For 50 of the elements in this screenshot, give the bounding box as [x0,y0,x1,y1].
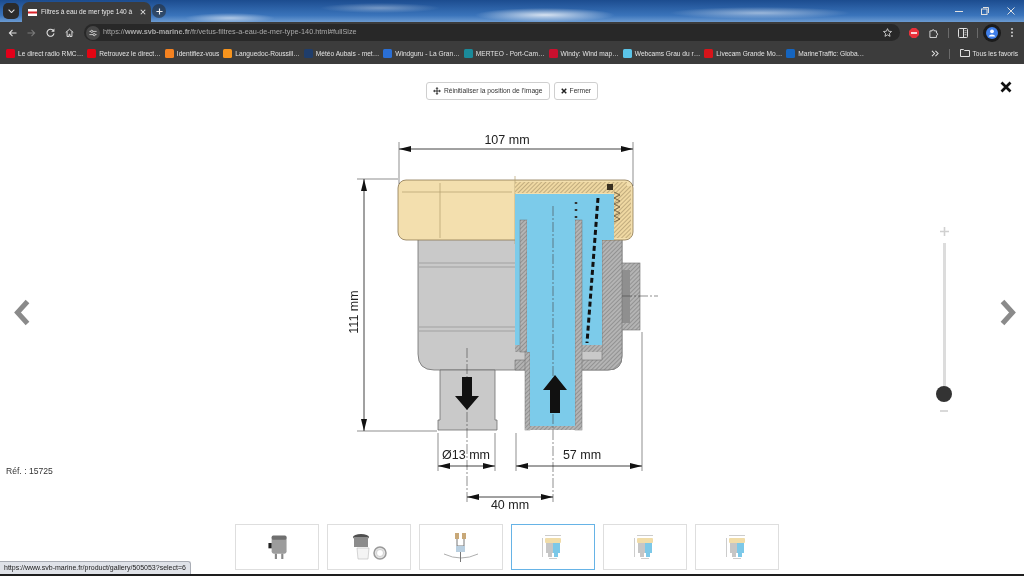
avatar-icon [983,23,1001,42]
dimension-label: 57 mm [562,448,602,462]
side-panel-icon [958,27,968,38]
installation-drawing [443,531,479,563]
close-icon [140,9,146,15]
previous-image-button[interactable] [13,299,30,326]
star-icon [883,28,892,37]
close-icon [1007,7,1015,15]
reference-number: Réf. : 15725 [6,465,53,478]
bookmark-star-button[interactable] [883,28,892,37]
more-bookmarks-button[interactable] [930,50,939,57]
close-tab-button[interactable] [140,9,146,15]
new-tab-button[interactable] [152,4,166,18]
stop-sign-icon [909,27,919,38]
dimension-label: 107 mm [484,133,530,147]
profile-button[interactable] [982,23,1002,42]
site-info-button[interactable] [86,25,100,40]
restore-icon [981,7,989,15]
up-arrow-icon [543,375,567,413]
move-icon [432,87,441,95]
minimize-icon [955,10,963,12]
dimension-label: 40 mm [490,498,530,512]
caret-icon [7,8,15,14]
tab-search-button[interactable] [3,3,19,19]
filter-housing-drawing [267,535,287,559]
close-icon [560,88,567,94]
reload-icon [46,28,55,37]
down-arrow-icon [455,377,479,410]
puzzle-icon [929,27,939,38]
next-image-button[interactable] [1000,299,1017,326]
folder-icon [959,49,970,58]
dimension-label: 111 mm [347,290,361,334]
sliders-icon [89,28,97,37]
dimension-label: Ø13 mm [442,448,490,462]
center-line [621,295,659,297]
home-icon [65,28,74,37]
filter-parts-drawing [351,533,387,561]
chevron-right-icon [1000,299,1017,326]
chevron-left-icon [13,299,30,326]
favicon-icon [28,8,37,16]
double-chevron-icon [930,50,939,57]
gallery-thumbnail[interactable] [511,524,595,570]
plus-icon [155,7,163,15]
forward-arrow-icon [27,28,36,37]
close-icon [1000,81,1012,93]
close-lightbox-button[interactable] [1000,81,1012,93]
plus-icon [939,227,949,236]
zoom-slider-thumb[interactable] [936,386,952,402]
back-arrow-icon [8,28,17,37]
minus-icon [940,410,948,412]
